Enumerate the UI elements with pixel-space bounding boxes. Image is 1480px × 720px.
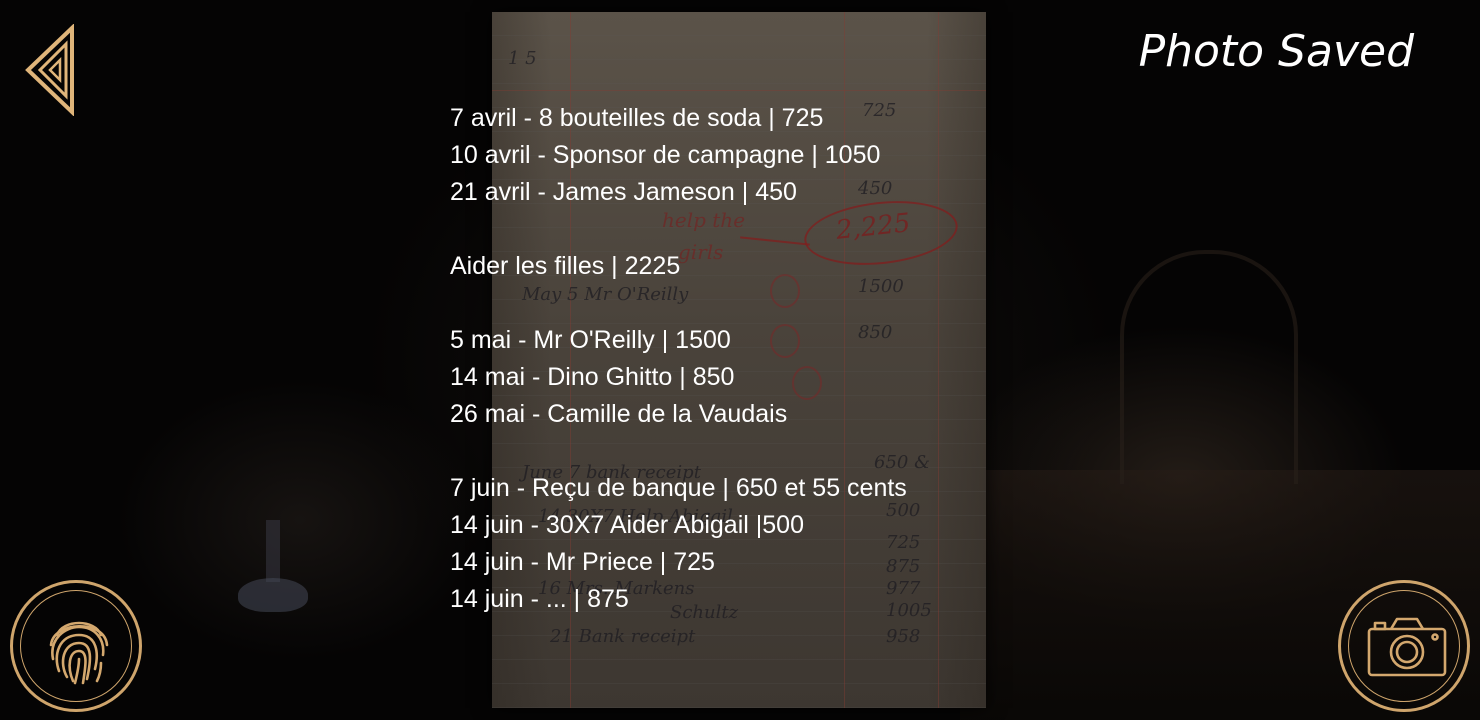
background-lamp-shade bbox=[1120, 250, 1298, 484]
ledger-entry: 21 Bank receipt bbox=[550, 626, 696, 647]
document-translation: 7 avril - 8 bouteilles de soda | 725 10 … bbox=[450, 100, 1010, 618]
background-lamp-stem bbox=[266, 520, 280, 582]
transcript-line: 14 juin - 30X7 Aider Abigail |500 bbox=[450, 511, 804, 539]
transcript-spacer bbox=[450, 211, 1010, 248]
transcript-line: Aider les filles | 2225 bbox=[450, 252, 681, 280]
camera-button[interactable] bbox=[1338, 580, 1470, 712]
ledger-header-line bbox=[492, 90, 986, 91]
transcript-line: 14 juin - Mr Priece | 725 bbox=[450, 548, 715, 576]
back-arrow-icon bbox=[25, 23, 74, 117]
camera-icon bbox=[1367, 617, 1447, 677]
transcript-line: 21 avril - James Jameson | 450 bbox=[450, 178, 797, 206]
transcript-line: 14 juin - ... | 875 bbox=[450, 585, 629, 613]
back-button[interactable] bbox=[22, 23, 78, 117]
transcript-line: 7 juin - Reçu de banque | 650 et 55 cent… bbox=[450, 474, 907, 502]
transcript-line: 7 avril - 8 bouteilles de soda | 725 bbox=[450, 104, 824, 132]
transcript-line: 14 mai - Dino Ghitto | 850 bbox=[450, 363, 735, 391]
fingerprint-icon bbox=[49, 621, 109, 685]
fingerprint-button[interactable] bbox=[10, 580, 142, 712]
ledger-page-number: 1 5 bbox=[508, 48, 537, 69]
game-scene: 1 5 725 450 help the girls 2,225 May 5 M… bbox=[0, 0, 1480, 720]
transcript-line: 10 avril - Sponsor de campagne | 1050 bbox=[450, 141, 881, 169]
transcript-spacer bbox=[450, 433, 1010, 470]
transcript-line: 5 mai - Mr O'Reilly | 1500 bbox=[450, 326, 731, 354]
transcript-line: 26 mai - Camille de la Vaudais bbox=[450, 400, 788, 428]
background-lamp-base bbox=[238, 578, 308, 612]
transcript-spacer bbox=[450, 285, 1010, 322]
ledger-amount: 958 bbox=[886, 626, 921, 647]
photo-saved-status: Photo Saved bbox=[1138, 26, 1414, 77]
